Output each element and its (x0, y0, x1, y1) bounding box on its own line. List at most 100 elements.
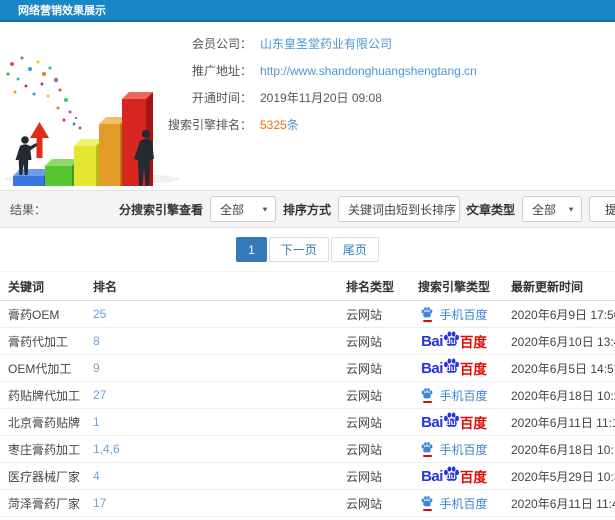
mobile-baidu-logo: 手机百度 (420, 387, 488, 404)
chevron-down-icon: ▼ (567, 205, 575, 213)
updated-time-cell: 2020年6月9日 17:50 (511, 307, 615, 322)
updated-time-cell: 2020年6月18日 10:25 (511, 388, 615, 403)
page-button[interactable]: 尾页 (330, 237, 379, 262)
engine-cell: 手机百度 Bai du 百度 (408, 495, 500, 512)
chevron-down-icon: ▼ (261, 205, 269, 213)
engine-filter-select[interactable]: 全部 ▼ (209, 196, 276, 222)
mobile-baidu-logo: 手机百度 (420, 495, 488, 512)
info-row: 推广地址： http://www.shandonghuangshengtang.… (60, 57, 615, 84)
info-list: 会员公司： 山东皇圣堂药业有限公司 推广地址： http://www.shand… (60, 30, 615, 138)
rank-type-cell: 云网站 (346, 334, 383, 349)
header-rank-type: 排名类型 (346, 279, 395, 294)
rank-link[interactable]: 1 (93, 415, 346, 429)
header-engine-type: 搜索引擎类型 (417, 279, 490, 294)
baidu-paw-icon: du (442, 330, 461, 349)
engine-cell: 手机百度 Bai du 百度 (408, 411, 500, 434)
rank-link[interactable]: 25 (93, 307, 346, 321)
rank-link[interactable]: 17 (93, 496, 346, 510)
red-underline (422, 320, 432, 322)
mobile-baidu-logo: 手机百度 (420, 441, 488, 458)
rank-type-cell: 云网站 (346, 415, 383, 430)
baidu-paw-icon (420, 495, 434, 511)
info-row: 会员公司： 山东皇圣堂药业有限公司 (60, 30, 615, 57)
baidu-logo: Bai du 百度 (421, 357, 487, 380)
engine-cell: 手机百度 Bai du 百度 (408, 330, 500, 353)
rank-link[interactable]: 8 (93, 334, 346, 348)
article-type-value: 全部 (532, 202, 557, 217)
baidu-logo: Bai du 百度 (421, 411, 487, 434)
keyword-cell: 药贴牌代加工 (8, 388, 81, 403)
table-body: 膏药OEM 25 云网站 手机百度 Bai du 百度 2020年6月9日 17… (0, 301, 615, 517)
baidu-logo-du: du (445, 363, 456, 373)
page-button[interactable]: 1 (236, 237, 267, 262)
article-type-label: 文章类型 (466, 202, 515, 217)
table-row: 菏泽膏药厂家 17 云网站 手机百度 Bai du 百度 2020年6月11日 … (0, 490, 615, 517)
sort-filter-label: 排序方式 (282, 202, 331, 217)
keyword-cell: 膏药OEM (8, 307, 60, 322)
engine-cell: 手机百度 Bai du 百度 (408, 465, 500, 488)
rank-type-cell: 云网站 (346, 361, 383, 376)
baidu-paw-icon (420, 306, 434, 322)
updated-time-cell: 2020年6月18日 10:19 (511, 442, 615, 457)
info-value[interactable]: http://www.shandonghuangshengtang.cn (260, 64, 477, 78)
baidu-logo: Bai du 百度 (421, 330, 487, 353)
article-type-select[interactable]: 全部 ▼ (522, 196, 582, 222)
updated-time-cell: 2020年5月29日 10:32 (511, 469, 615, 484)
keyword-cell: 北京膏药贴牌 (8, 415, 81, 430)
rank-type-cell: 云网站 (346, 469, 383, 484)
header-updated: 最新更新时间 (511, 279, 584, 294)
mobile-baidu-label: 手机百度 (439, 307, 488, 322)
rank-link[interactable]: 9 (93, 361, 346, 375)
submit-button[interactable]: 提交 (589, 196, 615, 222)
rank-type-cell: 云网站 (346, 307, 383, 322)
mobile-baidu-logo: 手机百度 (420, 306, 488, 323)
info-row: 开通时间： 2019年11月20日 09:08 (60, 84, 615, 111)
baidu-logo-du: du (445, 417, 456, 427)
table-row: 医疗器械厂家 4 云网站 手机百度 Bai du 百度 2020年5月29日 1… (0, 463, 615, 490)
up-arrow-icon (30, 122, 49, 158)
updated-time-cell: 2020年6月11日 11:40 (511, 496, 615, 511)
baidu-paw-icon: du (442, 411, 461, 430)
table-row: 膏药代加工 8 云网站 手机百度 Bai du 百度 2020年6月10日 13… (0, 328, 615, 355)
baidu-logo-du: du (445, 336, 456, 346)
engine-cell: 手机百度 Bai du 百度 (408, 387, 500, 404)
page-title: 网络营销效果展示 (0, 0, 615, 22)
result-label: 结果： (10, 202, 47, 217)
keyword-cell: 菏泽膏药厂家 (8, 496, 81, 511)
baidu-paw-icon: du (442, 465, 461, 484)
filter-bar: 结果： 分搜索引擎查看 全部 ▼ 排序方式 关键词由短到长排序 ▼ 文章类型 全… (0, 190, 615, 228)
baidu-logo-bai: Bai (421, 332, 443, 350)
red-underline (422, 509, 432, 511)
mobile-baidu-label: 手机百度 (439, 442, 488, 457)
sort-filter-select[interactable]: 关键词由短到长排序 ▼ (337, 196, 472, 222)
baidu-paw-icon (420, 387, 434, 403)
keyword-cell: 枣庄膏药加工 (8, 442, 81, 457)
info-label: 搜索引擎排名： (167, 118, 252, 132)
baidu-logo-bai: Bai (421, 359, 443, 377)
rank-link[interactable]: 27 (93, 388, 346, 402)
table-row: 药贴牌代加工 27 云网站 手机百度 Bai du 百度 2020年6月18日 … (0, 382, 615, 409)
info-label: 会员公司： (191, 37, 252, 51)
chevron-down-icon: ▼ (464, 205, 472, 213)
rank-type-cell: 云网站 (346, 442, 383, 457)
info-suffix: 条 (286, 118, 299, 132)
baidu-logo-bai: Bai (421, 467, 443, 485)
baidu-logo-cn: 百度 (459, 362, 487, 377)
rank-link[interactable]: 4 (93, 469, 346, 483)
filter-group: 分搜索引擎查看 全部 ▼ 排序方式 关键词由短到长排序 ▼ 文章类型 全部 ▼ … (119, 196, 615, 222)
engine-filter-value: 全部 (219, 202, 244, 217)
baidu-logo-cn: 百度 (459, 470, 487, 485)
mobile-baidu-label: 手机百度 (439, 496, 488, 511)
page-button[interactable]: 下一页 (268, 237, 329, 262)
engine-filter-label: 分搜索引擎查看 (118, 202, 203, 217)
info-section: 会员公司： 山东皇圣堂药业有限公司 推广地址： http://www.shand… (0, 22, 615, 190)
mobile-baidu-label: 手机百度 (439, 388, 488, 403)
keyword-cell: 医疗器械厂家 (8, 469, 81, 484)
rank-link[interactable]: 1,4,6 (93, 442, 346, 456)
keyword-cell: 膏药代加工 (8, 334, 69, 349)
info-value[interactable]: 山东皇圣堂药业有限公司 (260, 35, 392, 52)
red-underline (422, 455, 432, 457)
table-header: 关键词 排名 排名类型 搜索引擎类型 最新更新时间 (0, 271, 615, 301)
baidu-logo: Bai du 百度 (421, 465, 487, 488)
table-row: OEM代加工 9 云网站 手机百度 Bai du 百度 2020年6月5日 14… (0, 355, 615, 382)
